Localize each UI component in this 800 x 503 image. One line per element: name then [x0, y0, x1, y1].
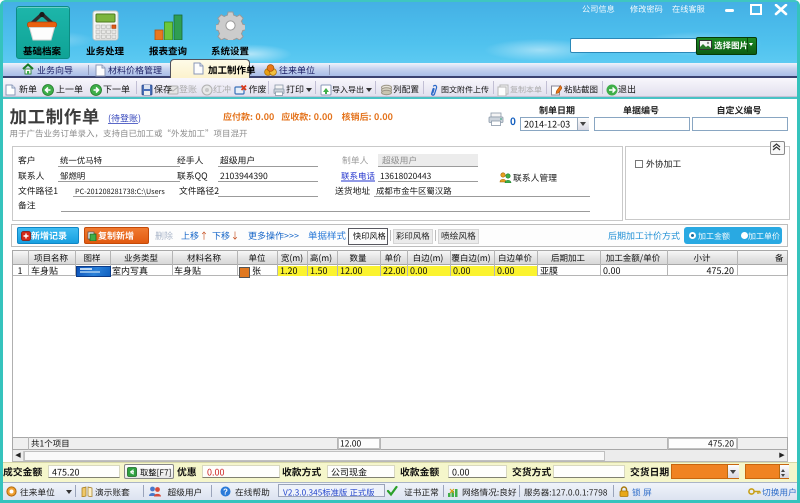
svg-text:?: ?	[223, 487, 228, 496]
